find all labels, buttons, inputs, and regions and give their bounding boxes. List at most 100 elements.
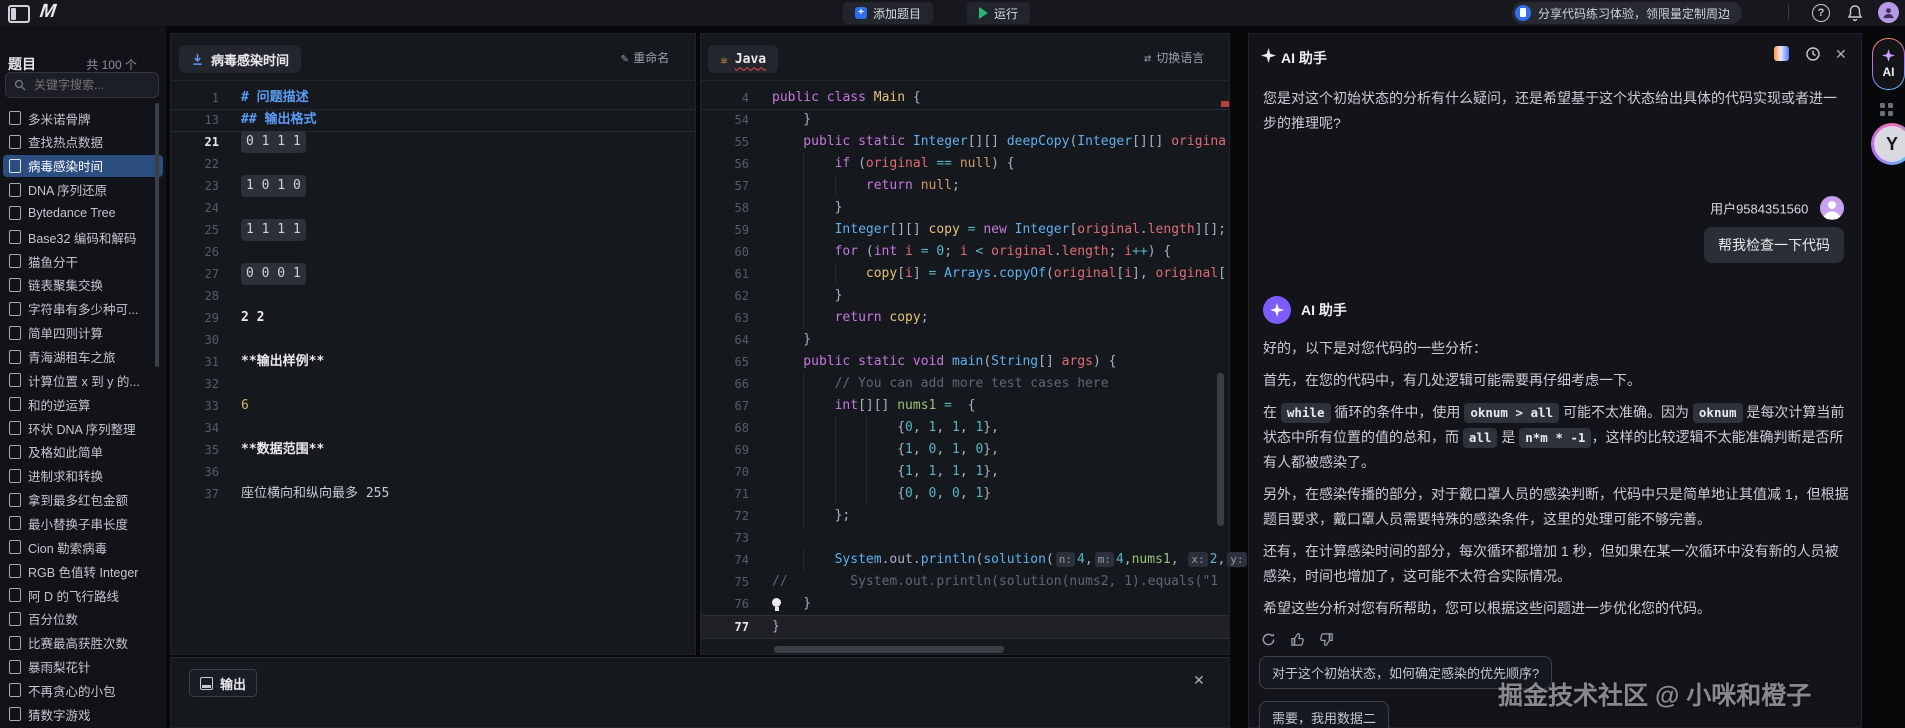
rename-button[interactable]: ✎ 重命名 [621, 49, 669, 66]
add-problem-button[interactable]: + 添加题目 [843, 2, 934, 24]
sidebar-item[interactable]: Bytedance Tree [3, 202, 163, 224]
code-line[interactable]: 67 int[][] nums1 = { [701, 395, 1229, 417]
description-line[interactable]: 1 # 问题描述 [171, 87, 695, 109]
output-tab[interactable]: 输出 [189, 669, 258, 697]
description-line[interactable]: 29 2 2 [171, 307, 695, 329]
description-line[interactable]: 25 1 1 1 1 [171, 219, 695, 241]
user-avatar[interactable] [1878, 2, 1899, 23]
code-line[interactable]: 60 for (int i = 0; i < original.length; i… [701, 241, 1229, 263]
lightbulb-icon[interactable] [772, 598, 781, 611]
description-line[interactable]: 32 [171, 373, 695, 395]
sidebar-item[interactable]: 阿 D 的飞行路线 [3, 584, 163, 606]
thumbs-up-icon[interactable] [1290, 632, 1305, 647]
code-line[interactable]: 54} [701, 109, 1229, 131]
code-line[interactable]: 77} [701, 615, 1229, 639]
regenerate-icon[interactable] [1261, 632, 1276, 647]
sidebar-item[interactable]: 计算位置 x 到 y 的... [3, 369, 163, 391]
description-line[interactable]: 35 **数据范围** [171, 439, 695, 461]
sidebar-item[interactable]: 查找热点数据 [3, 131, 163, 153]
sidebar-item[interactable]: 不再贪心的小包 [3, 679, 163, 701]
history-icon[interactable] [1805, 46, 1821, 62]
sidebar-item[interactable]: 最小替换子串长度 [3, 512, 163, 534]
code-line[interactable]: 61 copy[i] = Arrays.copyOf(original[i], o… [701, 263, 1229, 285]
code-line[interactable]: 66 // You can add more test cases here [701, 373, 1229, 395]
code-line[interactable]: 55 public static Integer[][] deepCopy(Int… [701, 131, 1229, 153]
code-line[interactable]: 57 return null; [701, 175, 1229, 197]
description-line[interactable]: 33 6 [171, 395, 695, 417]
code-line[interactable]: 59 Integer[][] copy = new Integer[origina… [701, 219, 1229, 241]
code-line[interactable]: 71 {0, 0, 0, 1} [701, 483, 1229, 505]
sidebar-item[interactable]: 简单四则计算 [3, 322, 163, 344]
suggested-question-chip[interactable]: 需要，我用数据二 [1259, 701, 1390, 728]
sidebar-scrollbar[interactable] [155, 103, 159, 367]
problem-tab[interactable]: 病毒感染时间 [179, 45, 302, 73]
sidebar-item[interactable]: 及格如此简单 [3, 441, 163, 463]
search-box[interactable] [5, 72, 159, 98]
code-line[interactable]: 74 System.out.println(solution(n: 4, m: 4,nu… [701, 549, 1256, 571]
sidebar-item[interactable]: 进制求和转换 [3, 465, 163, 487]
code-line[interactable]: 62} [701, 285, 1229, 307]
code-line[interactable]: 4 public class Main { [701, 87, 1229, 109]
sidebar-item[interactable]: DNA 序列还原 [3, 179, 163, 201]
sidebar-item[interactable]: 病毒感染时间 [3, 154, 163, 177]
sidebar-item[interactable]: 字符串有多少种可... [3, 298, 163, 320]
sidebar-item[interactable]: 青海湖租车之旅 [3, 346, 163, 368]
description-line[interactable]: 23 1 0 1 0 [171, 175, 695, 197]
description-line[interactable]: 31 **输出样例** [171, 351, 695, 373]
sidebar-item[interactable]: Cion 勒索病毒 [3, 536, 163, 558]
description-line[interactable]: 36 [171, 461, 695, 483]
code-line[interactable]: 58} [701, 197, 1229, 219]
code-line[interactable]: 75 // System.out.println(solution(nums2, … [701, 571, 1229, 593]
description-line[interactable]: 21 0 1 1 1 [171, 131, 695, 153]
sidebar-item[interactable]: 暴雨梨花针 [3, 656, 163, 678]
description-line[interactable]: 27 0 0 0 1 [171, 263, 695, 285]
description-line[interactable]: 13 ## 输出格式 [171, 109, 695, 131]
ai-toolbar-button[interactable]: AI [1872, 38, 1905, 90]
sidebar-item[interactable]: Base32 编码和解码 [3, 226, 163, 248]
code-line[interactable]: 56 if (original == null) { [701, 153, 1229, 175]
description-line[interactable]: 37 座位横向和纵向最多 255 [171, 483, 695, 505]
code-line[interactable]: 70 {1, 1, 1, 1}, [701, 461, 1229, 483]
code-horizontal-scrollbar[interactable] [774, 646, 1004, 653]
code-line[interactable]: 65 public static void main(String[] args)… [701, 351, 1229, 373]
code-line[interactable]: 76} [701, 593, 1229, 615]
help-icon[interactable]: ? [1812, 4, 1830, 22]
code-line[interactable]: 69 {1, 0, 1, 0}, [701, 439, 1229, 461]
ai-panel-close-icon[interactable]: ✕ [1835, 46, 1847, 63]
description-line[interactable]: 24 [171, 197, 695, 219]
output-close-icon[interactable]: ✕ [1193, 672, 1205, 689]
run-button[interactable]: 运行 [967, 2, 1031, 24]
code-line[interactable]: 68 {0, 1, 1, 1}, [701, 417, 1229, 439]
share-banner-button[interactable]: 分享代码练习体验，领限量定制周边 [1512, 2, 1743, 24]
sidebar-item[interactable]: 链表聚集交换 [3, 274, 163, 296]
floating-avatar[interactable]: Y [1871, 123, 1905, 165]
sidebar-item[interactable]: 环状 DNA 序列整理 [3, 417, 163, 439]
sidebar-item[interactable]: 猜数字游戏 [3, 703, 163, 725]
switch-language-button[interactable]: ⇄ 切换语言 [1144, 49, 1204, 66]
description-line[interactable]: 28 [171, 285, 695, 307]
sidebar-item-label: 不再贪心的小包 [28, 684, 116, 699]
thumbs-down-icon[interactable] [1319, 632, 1334, 647]
description-line[interactable]: 26 [171, 241, 695, 263]
language-tab[interactable]: ☕ Java [708, 45, 779, 73]
sidebar-item[interactable]: RGB 色值转 Integer [3, 560, 163, 582]
code-line[interactable]: 64} [701, 329, 1229, 351]
search-input[interactable] [32, 77, 146, 93]
description-line[interactable]: 30 [171, 329, 695, 351]
sidebar-item[interactable]: 多米诺骨牌 [3, 107, 163, 129]
notification-bell-icon[interactable] [1846, 4, 1864, 22]
code-line[interactable]: 73 [701, 527, 1229, 549]
sidebar-item[interactable]: 比赛最高获胜次数 [3, 632, 163, 654]
widgets-grid-icon[interactable] [1880, 103, 1894, 117]
code-vertical-scrollbar[interactable] [1217, 373, 1224, 526]
description-line[interactable]: 22 [171, 153, 695, 175]
sidebar-item[interactable]: 百分位数 [3, 608, 163, 630]
sidebar-item[interactable]: 和的逆运算 [3, 393, 163, 415]
gradient-theme-icon[interactable] [1774, 46, 1789, 61]
code-line[interactable]: 63 return copy; [701, 307, 1229, 329]
code-line[interactable]: 72}; [701, 505, 1229, 527]
sidebar-toggle-icon[interactable] [8, 5, 30, 23]
sidebar-item[interactable]: 猫鱼分干 [3, 250, 163, 272]
sidebar-item[interactable]: 拿到最多红包金额 [3, 489, 163, 511]
description-line[interactable]: 34 [171, 417, 695, 439]
